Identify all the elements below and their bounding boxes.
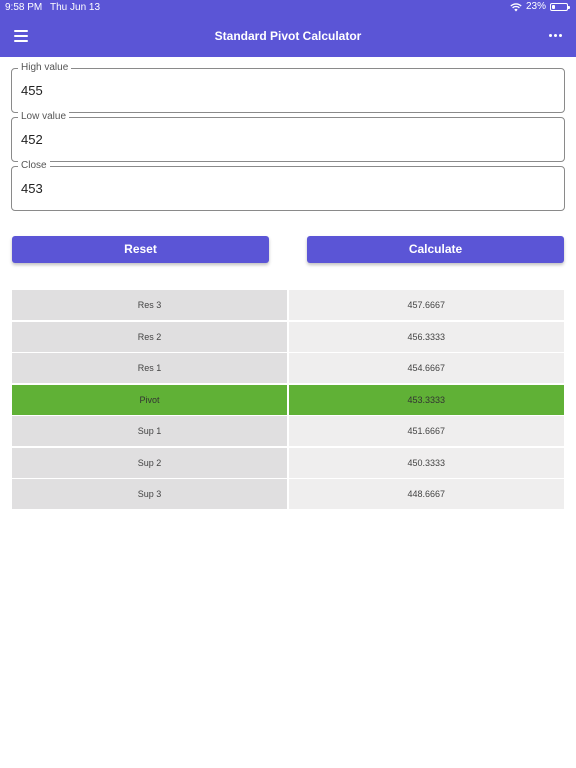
battery-icon [550,2,570,11]
calculate-button[interactable]: Calculate [307,236,564,263]
battery-level [552,4,555,9]
high-value-field[interactable]: High value 455 [11,62,565,113]
table-row-sup1: Sup 1 451.6667 [12,416,564,446]
close-value-input[interactable]: 453 [21,181,43,196]
status-date: Thu Jun 13 [50,2,101,13]
app-title: Standard Pivot Calculator [214,29,362,43]
app-screen: 9:58 PM Thu Jun 13 23% Standard Pivot Ca… [0,0,576,768]
res1-label: Res 1 [12,353,287,383]
high-value-label: High value [18,62,72,74]
high-value-input[interactable]: 455 [21,83,43,98]
table-row-sup3: Sup 3 448.6667 [12,479,564,509]
sup1-label: Sup 1 [12,416,287,446]
more-options-icon[interactable] [549,34,562,37]
battery-percentage: 23% [525,1,546,12]
status-indicators: 23% [510,1,570,12]
reset-button[interactable]: Reset [12,236,269,263]
sup3-value: 448.6667 [288,479,564,509]
low-value-input[interactable]: 452 [21,132,43,147]
header: 9:58 PM Thu Jun 13 23% Standard Pivot Ca… [0,0,576,57]
res1-value: 454.6667 [288,353,564,383]
sup2-value: 450.3333 [288,447,564,478]
close-value-label: Close [18,160,50,172]
close-value-field[interactable]: Close 453 [11,160,565,211]
res2-value: 456.3333 [288,321,564,352]
res3-label: Res 3 [12,290,287,320]
res3-value: 457.6667 [288,290,564,320]
sup2-label: Sup 2 [12,447,287,478]
sup3-label: Sup 3 [12,479,287,509]
table-row-res1: Res 1 454.6667 [12,353,564,383]
low-value-label: Low value [18,111,70,123]
table-row-res2: Res 2 456.3333 [12,321,564,352]
low-value-field[interactable]: Low value 452 [11,111,565,162]
wifi-icon [510,2,522,11]
results-table: Res 3 457.6667 Res 2 456.3333 Res 1 454.… [12,290,564,511]
pivot-label: Pivot [12,384,287,415]
sup1-value: 451.6667 [288,416,564,446]
app-bar: Standard Pivot Calculator [0,16,576,57]
table-row-pivot: Pivot 453.3333 [12,384,564,415]
table-row-res3: Res 3 457.6667 [12,290,564,320]
pivot-value: 453.3333 [288,384,564,415]
status-bar: 9:58 PM Thu Jun 13 23% [0,0,576,14]
res2-label: Res 2 [12,321,287,352]
status-time: 9:58 PM [5,2,43,13]
table-row-sup2: Sup 2 450.3333 [12,447,564,478]
